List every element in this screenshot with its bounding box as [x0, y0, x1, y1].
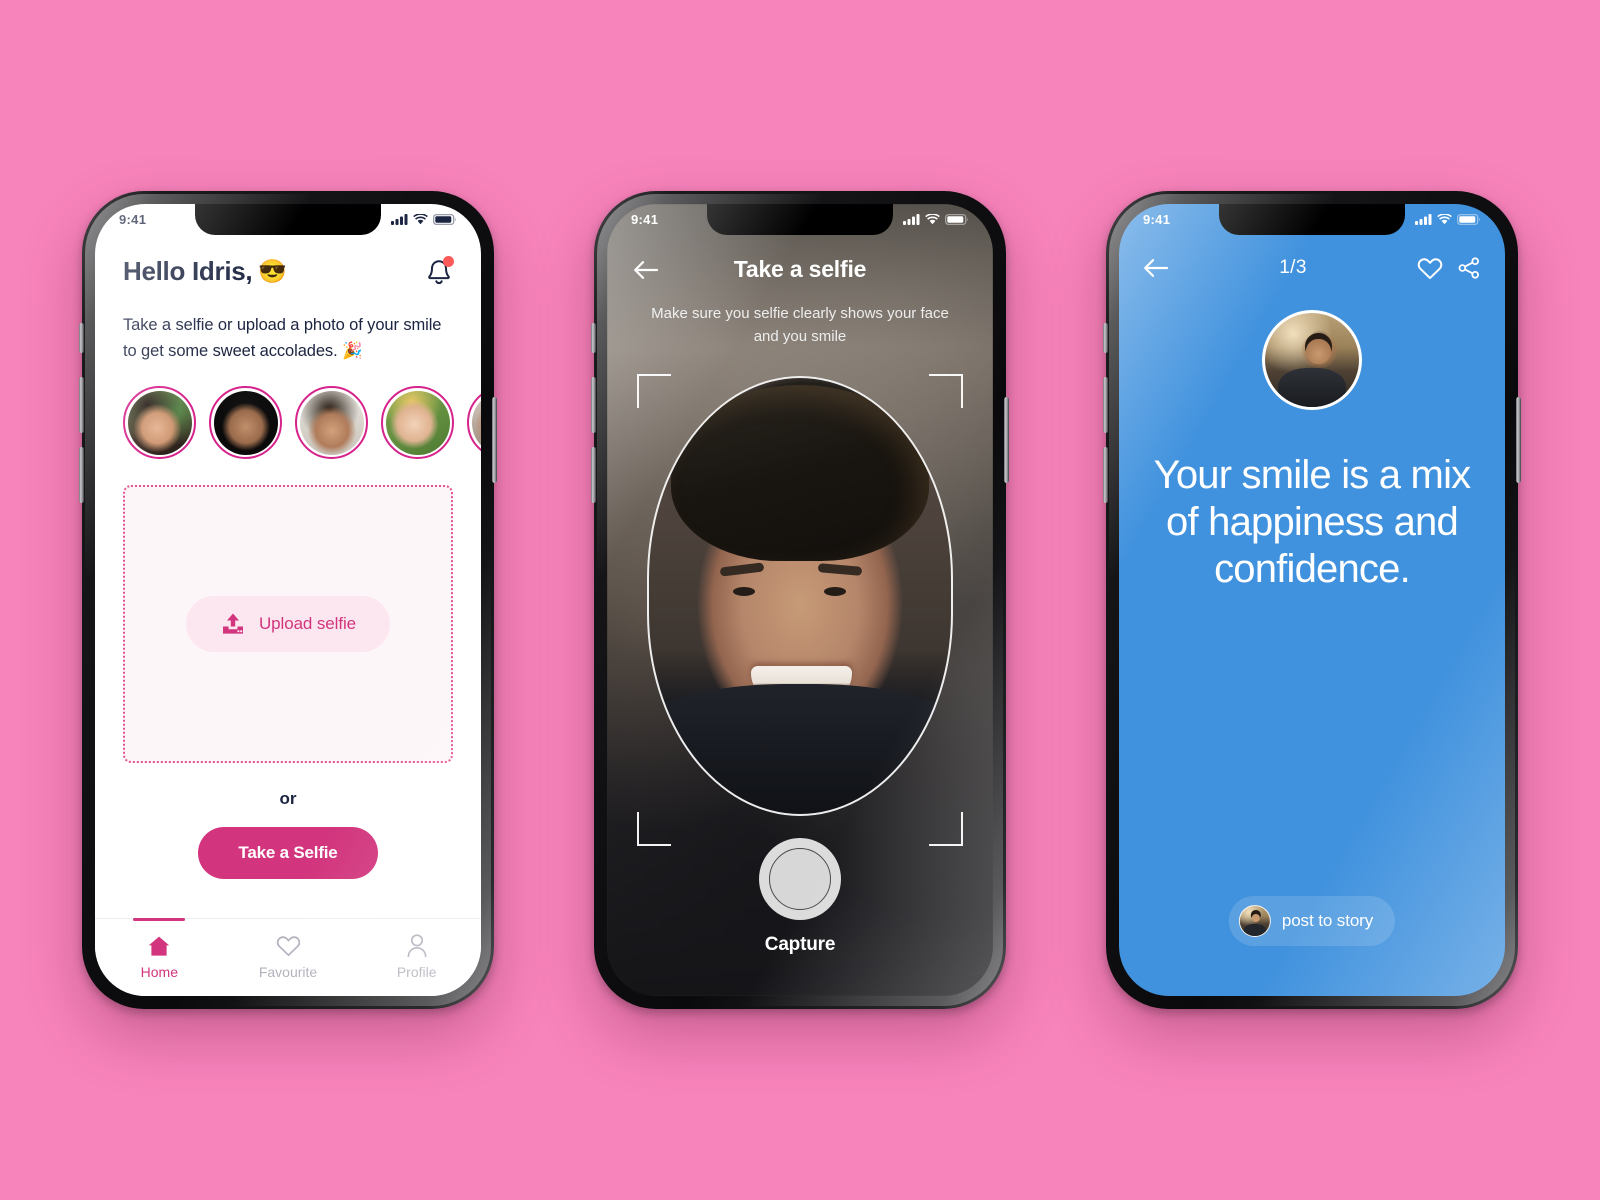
- heart-icon: [1417, 257, 1443, 279]
- story-avatar-3[interactable]: [295, 386, 368, 460]
- wifi-icon: [925, 213, 940, 224]
- upload-dropzone[interactable]: Upload selfie: [123, 485, 453, 764]
- upload-selfie-button[interactable]: Upload selfie: [186, 596, 390, 653]
- favourite-button[interactable]: [1417, 257, 1443, 280]
- camera-title: Take a selfie: [733, 256, 867, 282]
- wifi-icon: [1437, 213, 1452, 224]
- tab-favourite-label: Favourite: [258, 964, 318, 980]
- volume-down-button[interactable]: [79, 447, 84, 503]
- share-icon: [1458, 257, 1480, 279]
- device-notch: [707, 204, 893, 235]
- post-to-story-button[interactable]: post to story: [1228, 896, 1396, 946]
- face-guide-oval: [647, 376, 953, 816]
- arrow-left-icon: [1144, 259, 1169, 277]
- signal-icon: [1415, 213, 1432, 225]
- device-notch: [1219, 204, 1405, 235]
- capture-label: Capture: [764, 934, 836, 955]
- frame-bracket-top-right: [929, 374, 963, 408]
- battery-icon: [945, 213, 969, 225]
- shutter-inner-ring: [769, 848, 831, 910]
- camera-nav-row: Take a selfie: [607, 256, 993, 283]
- story-avatar-1[interactable]: [123, 386, 196, 460]
- phone-device-camera: 9:41 Take a selfie Make sure you selfie …: [591, 191, 1009, 1009]
- avatar-torso: [1278, 367, 1346, 407]
- home-icon: [147, 935, 171, 957]
- sunglasses-emoji-icon: 😎: [258, 258, 287, 284]
- tab-home[interactable]: Home: [95, 919, 224, 996]
- volume-up-button[interactable]: [591, 377, 596, 433]
- avatar-head: [1306, 339, 1331, 364]
- phone-mockup-stage: 9:41 Hello Idris, 😎 Take a selfie or upl…: [0, 0, 1600, 1200]
- bottom-tab-bar: Home Favourite Profile: [95, 918, 481, 996]
- camera-subtitle: Make sure you selfie clearly shows your …: [651, 305, 949, 345]
- frame-bracket-bottom-left: [637, 812, 671, 846]
- battery-icon: [1457, 213, 1481, 225]
- person-icon: [405, 934, 429, 957]
- power-button[interactable]: [492, 397, 497, 483]
- post-avatar-torso: [1243, 924, 1267, 936]
- phone-device-home: 9:41 Hello Idris, 😎 Take a selfie or upl…: [79, 191, 497, 1009]
- page-counter: 1/3: [1279, 257, 1307, 278]
- device-notch: [195, 204, 381, 235]
- silent-switch[interactable]: [79, 323, 84, 353]
- tab-profile[interactable]: Profile: [352, 919, 481, 996]
- volume-down-button[interactable]: [1103, 447, 1108, 503]
- silent-switch[interactable]: [1103, 323, 1108, 353]
- take-a-selfie-button[interactable]: Take a Selfie: [198, 827, 378, 880]
- upload-icon: [223, 613, 243, 635]
- post-avatar: [1238, 905, 1271, 937]
- signal-icon: [903, 213, 920, 225]
- screen-result: 9:41 1/3 Your smile is a mix of happines…: [1119, 204, 1505, 996]
- home-subtext: Take a selfie or upload a photo of your …: [123, 316, 442, 360]
- heart-icon: [276, 935, 301, 957]
- signal-icon: [391, 213, 408, 225]
- notification-badge-dot: [443, 255, 454, 267]
- volume-up-button[interactable]: [1103, 377, 1108, 433]
- post-avatar-head: [1251, 913, 1260, 922]
- story-avatar-2[interactable]: [209, 386, 282, 460]
- status-time: 9:41: [1143, 211, 1171, 227]
- notification-bell-icon[interactable]: [425, 255, 454, 287]
- capture-shutter-button[interactable]: [759, 838, 841, 920]
- frame-bracket-bottom-right: [929, 812, 963, 846]
- post-to-story-label: post to story: [1281, 911, 1374, 930]
- status-indicators: [391, 213, 457, 225]
- story-avatar-5[interactable]: [467, 386, 481, 460]
- phone-device-result: 9:41 1/3 Your smile is a mix of happines…: [1103, 191, 1521, 1009]
- upload-selfie-label: Upload selfie: [259, 614, 356, 634]
- status-time: 9:41: [119, 211, 147, 227]
- stories-row[interactable]: [123, 386, 481, 460]
- battery-icon: [433, 213, 457, 225]
- screen-camera: 9:41 Take a selfie Make sure you selfie …: [607, 204, 993, 996]
- back-button[interactable]: [1143, 258, 1169, 278]
- screen-home: 9:41 Hello Idris, 😎 Take a selfie or upl…: [95, 204, 481, 996]
- volume-up-button[interactable]: [79, 377, 84, 433]
- tab-profile-label: Profile: [396, 964, 437, 980]
- result-avatar: [1262, 310, 1362, 410]
- power-button[interactable]: [1004, 397, 1009, 483]
- tab-favourite[interactable]: Favourite: [224, 919, 353, 996]
- wifi-icon: [413, 213, 428, 224]
- status-indicators: [903, 213, 969, 225]
- silent-switch[interactable]: [591, 323, 596, 353]
- result-quote: Your smile is a mix of happiness and con…: [1153, 453, 1472, 592]
- greeting-text: Hello Idris,: [123, 256, 253, 286]
- frame-bracket-top-left: [637, 374, 671, 408]
- volume-down-button[interactable]: [591, 447, 596, 503]
- power-button[interactable]: [1516, 397, 1521, 483]
- story-avatar-4[interactable]: [381, 386, 454, 460]
- status-indicators: [1415, 213, 1481, 225]
- status-time: 9:41: [631, 211, 659, 227]
- or-divider-label: or: [279, 789, 297, 809]
- tab-home-label: Home: [140, 964, 179, 980]
- greeting-title: Hello Idris, 😎: [123, 256, 287, 287]
- share-button[interactable]: [1457, 256, 1481, 280]
